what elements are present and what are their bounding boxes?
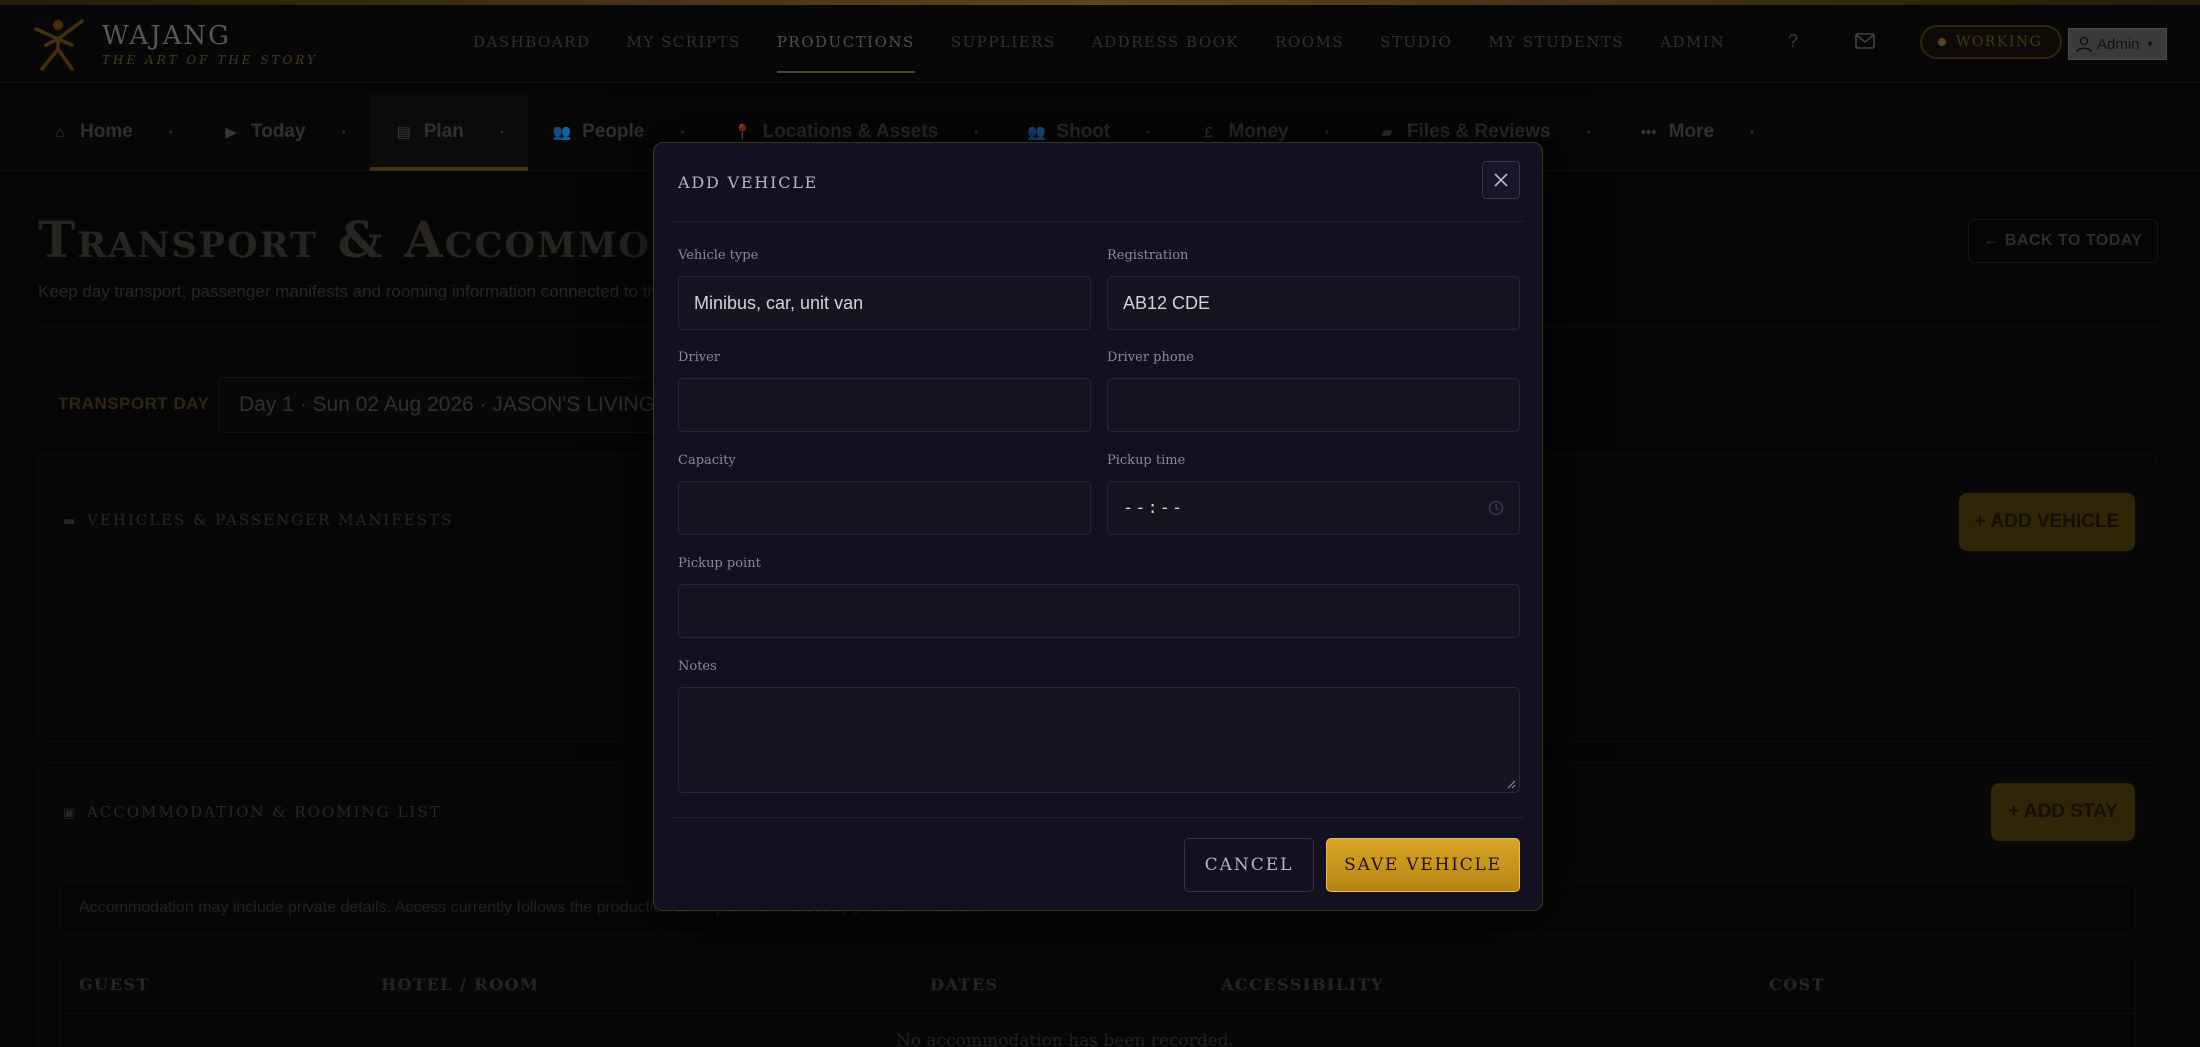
vehicle-type-input[interactable] [678, 276, 1091, 330]
driver-input[interactable] [678, 378, 1091, 432]
driver-phone-input[interactable] [1107, 378, 1520, 432]
pickup-time-input[interactable]: --:-- [1107, 481, 1520, 535]
driver-phone-label: Driver phone [1107, 350, 1194, 365]
registration-input[interactable] [1107, 276, 1520, 330]
pickup-point-input[interactable] [678, 584, 1520, 638]
capacity-label: Capacity [678, 453, 736, 468]
clock-icon[interactable] [1488, 500, 1504, 516]
resize-handle-icon[interactable] [1506, 779, 1516, 789]
driver-label: Driver [678, 350, 721, 365]
pickup-time-label: Pickup time [1107, 453, 1186, 468]
dialog-title: ADD VEHICLE [678, 173, 819, 192]
dialog-footer-divider [672, 817, 1524, 818]
vehicle-type-label: Vehicle type [678, 248, 759, 263]
save-vehicle-button[interactable]: SAVE VEHICLE [1326, 838, 1520, 892]
notes-label: Notes [678, 659, 717, 674]
pickup-point-label: Pickup point [678, 556, 761, 571]
capacity-input[interactable] [678, 481, 1091, 535]
registration-label: Registration [1107, 248, 1189, 263]
close-icon [1494, 173, 1508, 187]
pickup-time-value: --:-- [1123, 498, 1185, 518]
dialog-header-divider [672, 221, 1524, 222]
add-vehicle-dialog: ADD VEHICLE Vehicle type Registration Dr… [653, 142, 1543, 911]
cancel-button[interactable]: CANCEL [1184, 838, 1314, 892]
close-button[interactable] [1482, 161, 1520, 199]
notes-textarea[interactable] [678, 687, 1520, 793]
